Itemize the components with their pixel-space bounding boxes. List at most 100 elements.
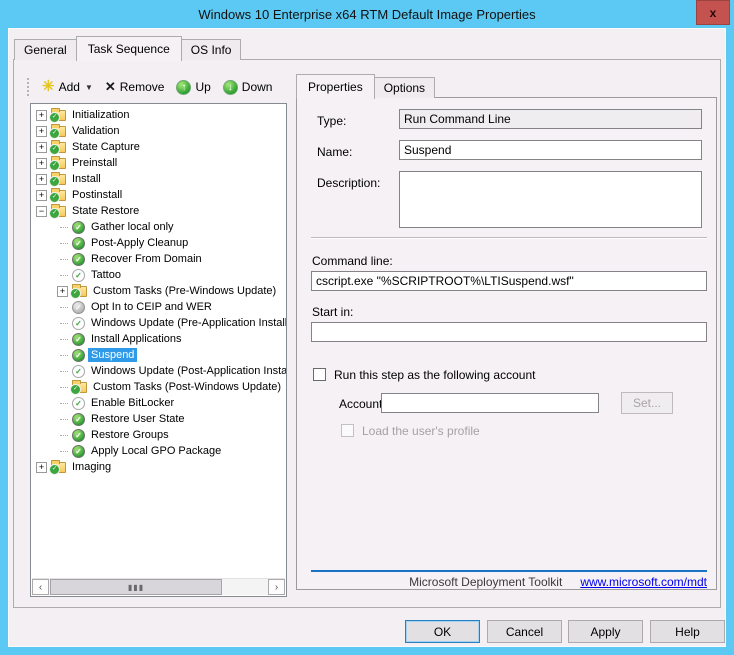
account-field[interactable] [381,393,599,413]
plus-expander-icon[interactable]: + [36,110,47,121]
check-outline-icon: ✓ [72,397,85,410]
tree-item-enable-bitlocker[interactable]: ✓Enable BitLocker [31,395,286,411]
tree-item-state-capture[interactable]: +State Capture [31,139,286,155]
check-outline-icon: ✓ [72,365,85,378]
check-filled-icon: ✓ [72,445,85,458]
tree-connector [56,315,69,331]
plus-expander-icon[interactable]: + [36,190,47,201]
folder-icon [51,206,66,217]
tree-item-label: Imaging [69,460,114,474]
title-bar: Windows 10 Enterprise x64 RTM Default Im… [0,0,734,28]
down-button[interactable]: ↓ Down [220,78,276,97]
plus-expander-icon[interactable]: + [57,286,68,297]
command-line-field[interactable] [311,271,707,291]
tree-connector [56,267,69,283]
tree-item-custom-tasks-post-windows-update[interactable]: Custom Tasks (Post-Windows Update) [31,379,286,395]
check-filled-icon: ✓ [72,237,85,250]
add-button[interactable]: ✳ Add ▼ [39,78,96,96]
scroll-left-icon[interactable]: ‹ [32,579,49,595]
tree-item-preinstall[interactable]: + Preinstall [31,155,286,171]
tab-os-info[interactable]: OS Info [181,39,242,60]
tree-item-state-restore[interactable]: − State Restore [31,203,286,219]
plus-expander-icon[interactable]: + [36,126,47,137]
plus-expander-icon[interactable]: + [36,174,47,185]
close-button[interactable]: x [696,0,730,25]
tree-item-suspend[interactable]: ✓Suspend [31,347,286,363]
folder-icon [72,286,87,297]
tree-item-label: Custom Tasks (Pre-Windows Update) [90,284,279,298]
tab-task-sequence[interactable]: Task Sequence [76,36,182,61]
folder-icon [51,158,66,169]
start-in-field[interactable] [311,322,707,342]
scrollbar-track[interactable] [222,579,268,595]
tree-item-restore-groups[interactable]: ✓Restore Groups [31,427,286,443]
scroll-right-icon[interactable]: › [268,579,285,595]
help-button[interactable]: Help [650,620,725,643]
tree-item-label: State Restore [69,204,142,218]
folder-icon [51,110,66,121]
check-filled-icon: ✓ [72,349,85,362]
tree-item-postinstall[interactable]: +Postinstall [31,187,286,203]
folder-icon [72,382,87,393]
tree-item-windows-update-pre-application-installa[interactable]: ✓Windows Update (Pre-Application Install… [31,315,286,331]
plus-expander-icon[interactable]: + [36,158,47,169]
description-field[interactable] [399,171,702,228]
scrollbar-thumb[interactable]: ▮▮▮ [50,579,222,595]
tree-item-label: Validation [69,124,123,138]
tree-item-tattoo[interactable]: ✓Tattoo [31,267,286,283]
check-outline-icon: ✓ [72,317,85,330]
set-button[interactable]: Set... [621,392,673,414]
ok-button[interactable]: OK [405,620,480,643]
plus-expander-icon[interactable]: + [36,142,47,153]
tree-item-gather-local-only[interactable]: ✓Gather local only [31,219,286,235]
remove-button[interactable]: ✕ Remove [102,77,168,97]
run-as-checkbox[interactable] [313,368,326,381]
tree-connector [56,443,69,459]
tree-item-validation[interactable]: + Validation [31,123,286,139]
mdt-link[interactable]: www.microsoft.com/mdt [580,575,707,589]
tree-item-recover-from-domain[interactable]: ✓Recover From Domain [31,251,286,267]
folder-icon [51,174,66,185]
tree-item-label: Preinstall [69,156,120,170]
tree-item-label: Recover From Domain [88,252,205,266]
name-field[interactable] [399,140,702,160]
tree-item-label: Gather local only [88,220,177,234]
tree-connector [56,299,69,315]
tree-item-label: Windows Update (Post-Application Install… [88,364,287,378]
tree-item-apply-local-gpo-package[interactable]: ✓Apply Local GPO Package [31,443,286,459]
footer: Microsoft Deployment Toolkit www.microso… [311,575,707,589]
toolbar-grip [27,78,31,96]
tree-item-imaging[interactable]: + Imaging [31,459,286,475]
tree-item-install-applications[interactable]: ✓Install Applications [31,331,286,347]
plus-expander-icon[interactable]: + [36,462,47,473]
tree-item-windows-update-post-application-installa[interactable]: ✓Windows Update (Post-Application Instal… [31,363,286,379]
tab-properties[interactable]: Properties [296,74,375,99]
tree-item-custom-tasks-pre-windows-update[interactable]: + Custom Tasks (Pre-Windows Update) [31,283,286,299]
load-profile-label: Load the user's profile [362,424,480,438]
folder-icon [51,142,66,153]
close-icon: x [710,6,717,20]
tree-item-post-apply-cleanup[interactable]: ✓Post-Apply Cleanup [31,235,286,251]
apply-button[interactable]: Apply [568,620,643,643]
cancel-button[interactable]: Cancel [487,620,562,643]
name-label: Name: [317,145,352,159]
tree-item-install[interactable]: +Install [31,171,286,187]
load-profile-checkbox[interactable] [341,424,354,437]
chevron-down-icon: ▼ [85,83,93,92]
up-button[interactable]: ↑ Up [173,78,213,97]
tree-item-opt-in-to-ceip-and-wer[interactable]: ✓Opt In to CEIP and WER [31,299,286,315]
check-filled-icon: ✓ [72,253,85,266]
tree-item-restore-user-state[interactable]: ✓Restore User State [31,411,286,427]
down-icon: ↓ [223,80,238,95]
tab-general[interactable]: General [14,39,77,60]
minus-expander-icon[interactable]: − [36,206,47,217]
properties-panel: Type: Name: Description: Command line: S… [296,97,717,590]
tree-item-initialization[interactable]: +Initialization [31,107,286,123]
tree-item-label: Custom Tasks (Post-Windows Update) [90,380,284,394]
check-gray-icon: ✓ [72,301,85,314]
horizontal-scrollbar[interactable]: ‹ ▮▮▮ › [32,578,285,595]
tree-item-label: Tattoo [88,268,124,282]
tree-connector [56,251,69,267]
tab-options[interactable]: Options [374,77,435,98]
folder-icon [51,190,66,201]
